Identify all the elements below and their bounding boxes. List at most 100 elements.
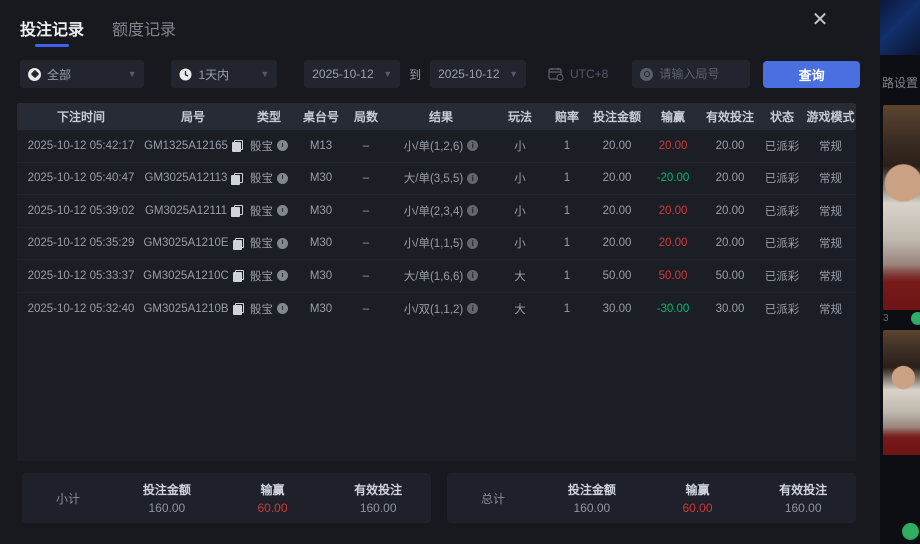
date-to-label: 到 [409, 66, 421, 83]
dealer-video-thumbnail-1[interactable] [883, 105, 920, 310]
timezone-indicator: UTC+8 [548, 67, 608, 81]
table-header-cell: 状态 [759, 108, 805, 125]
game-id-search-field[interactable] [632, 60, 750, 88]
result-info-icon[interactable]: i [467, 238, 478, 249]
copy-icon[interactable] [233, 270, 243, 281]
date-to-picker[interactable]: 2025-10-12 ▼ [430, 60, 526, 88]
cell-round: – [345, 205, 387, 217]
cell-win-loss: 20.00 [645, 140, 701, 152]
table-header-cell: 游戏模式 [805, 108, 856, 125]
cell-round: – [345, 270, 387, 282]
result-info-icon[interactable]: i [467, 303, 478, 314]
cell-game-mode: 常规 [805, 235, 856, 251]
cell-round: – [345, 237, 387, 249]
cell-game-mode: 常规 [805, 138, 856, 154]
query-button[interactable]: 查询 [763, 61, 860, 88]
cell-game-type: 骰宝 [241, 301, 297, 317]
game-type-value: 全部 [47, 66, 71, 83]
chevron-down-icon: ▼ [260, 69, 269, 79]
green-chip-icon [911, 312, 920, 325]
table-row[interactable]: 2025-10-12 05:42:17 GM1325A12165 骰宝 M13 … [17, 130, 856, 163]
date-from-picker[interactable]: 2025-10-12 ▼ [304, 60, 400, 88]
cell-status: 已派彩 [759, 138, 805, 154]
subtotal-label: 小计 [22, 490, 114, 507]
time-range-dropdown[interactable]: 1天内 ▼ [171, 60, 277, 88]
cell-bet-time: 2025-10-12 05:42:17 [17, 140, 145, 152]
timezone-value: UTC+8 [570, 67, 608, 81]
background-road-settings-label: 路设置 [882, 74, 918, 91]
tab-betting-records[interactable]: 投注记录 [20, 16, 84, 47]
table-row[interactable]: 2025-10-12 05:33:37 GM3025A1210C 骰宝 M30 … [17, 260, 856, 293]
cell-round: – [345, 140, 387, 152]
green-chip-icon [902, 523, 919, 540]
tab-quota-records[interactable]: 额度记录 [112, 16, 176, 47]
cell-game-id: GM3025A1210E [145, 237, 241, 249]
game-type-dropdown[interactable]: 全部 ▼ [20, 60, 144, 88]
result-info-icon[interactable]: i [467, 205, 478, 216]
summary-bar: 小计 投注金额 160.00 输赢 60.00 有效投注 160.00 总计 投… [22, 473, 856, 523]
subtotal-card: 小计 投注金额 160.00 输赢 60.00 有效投注 160.00 [22, 473, 431, 523]
game-type-history-icon[interactable] [277, 303, 288, 314]
table-header-cell: 有效投注 [701, 108, 759, 125]
cell-game-mode: 常规 [805, 170, 856, 186]
result-info-icon[interactable]: i [467, 140, 478, 151]
table-row[interactable]: 2025-10-12 05:40:47 GM3025A12113 骰宝 M30 … [17, 163, 856, 196]
cell-result: 大/单(1,6,6)i [387, 268, 495, 284]
cell-valid-bet: 30.00 [701, 303, 759, 315]
cell-game-type: 骰宝 [241, 170, 297, 186]
cell-play-type: 小 [495, 203, 545, 219]
copy-icon[interactable] [232, 140, 242, 151]
cell-play-type: 小 [495, 235, 545, 251]
table-row[interactable]: 2025-10-12 05:32:40 GM3025A1210B 骰宝 M30 … [17, 293, 856, 326]
background-page-fragment: 路设置 3 [880, 0, 920, 544]
cell-table-no: M30 [297, 237, 345, 249]
copy-icon[interactable] [231, 205, 241, 216]
game-type-history-icon[interactable] [277, 270, 288, 281]
cell-status: 已派彩 [759, 301, 805, 317]
cell-bet-time: 2025-10-12 05:40:47 [17, 172, 145, 184]
cell-bet-time: 2025-10-12 05:35:29 [17, 237, 145, 249]
cell-game-id: GM1325A12165 [145, 140, 241, 152]
cell-valid-bet: 50.00 [701, 270, 759, 282]
dealer-video-thumbnail-2[interactable] [883, 330, 920, 455]
total-bet: 投注金额 160.00 [539, 481, 645, 515]
game-type-history-icon[interactable] [277, 205, 288, 216]
table-header-cell: 投注金额 [589, 108, 645, 125]
game-id-input[interactable] [659, 67, 745, 81]
cell-bet-time: 2025-10-12 05:33:37 [17, 270, 145, 282]
cell-game-type: 骰宝 [241, 138, 297, 154]
cell-odds: 1 [545, 237, 589, 249]
chevron-down-icon: ▼ [509, 69, 518, 79]
cell-result: 大/单(3,5,5)i [387, 170, 495, 186]
cell-odds: 1 [545, 270, 589, 282]
cell-status: 已派彩 [759, 235, 805, 251]
cell-result: 小/单(1,2,6)i [387, 138, 495, 154]
copy-icon[interactable] [233, 238, 243, 249]
table-row[interactable]: 2025-10-12 05:35:29 GM3025A1210E 骰宝 M30 … [17, 228, 856, 261]
cell-game-mode: 常规 [805, 203, 856, 219]
clock-icon [179, 68, 192, 81]
copy-icon[interactable] [233, 303, 243, 314]
calendar-clock-icon [548, 67, 564, 81]
game-type-history-icon[interactable] [277, 173, 288, 184]
copy-icon[interactable] [231, 173, 241, 184]
table-header-cell: 赔率 [545, 108, 589, 125]
total-valid: 有效投注 160.00 [750, 481, 856, 515]
table-header-cell: 桌台号 [297, 108, 345, 125]
game-type-history-icon[interactable] [277, 238, 288, 249]
table-header-row: 下注时间局号类型桌台号局数结果玩法赔率投注金额输赢有效投注状态游戏模式 [17, 103, 856, 130]
cell-bet-amount: 50.00 [589, 270, 645, 282]
table-row[interactable]: 2025-10-12 05:39:02 GM3025A12111 骰宝 M30 … [17, 195, 856, 228]
cell-play-type: 小 [495, 170, 545, 186]
result-info-icon[interactable]: i [467, 173, 478, 184]
chevron-down-icon: ▼ [128, 69, 137, 79]
cell-play-type: 小 [495, 138, 545, 154]
table-body[interactable]: 2025-10-12 05:42:17 GM1325A12165 骰宝 M13 … [17, 130, 856, 461]
table-header-cell: 玩法 [495, 108, 545, 125]
close-icon[interactable]: ✕ [808, 8, 832, 32]
game-type-history-icon[interactable] [277, 140, 288, 151]
cell-game-mode: 常规 [805, 301, 856, 317]
table-header-cell: 输赢 [645, 108, 701, 125]
cell-table-no: M13 [297, 140, 345, 152]
result-info-icon[interactable]: i [467, 270, 478, 281]
